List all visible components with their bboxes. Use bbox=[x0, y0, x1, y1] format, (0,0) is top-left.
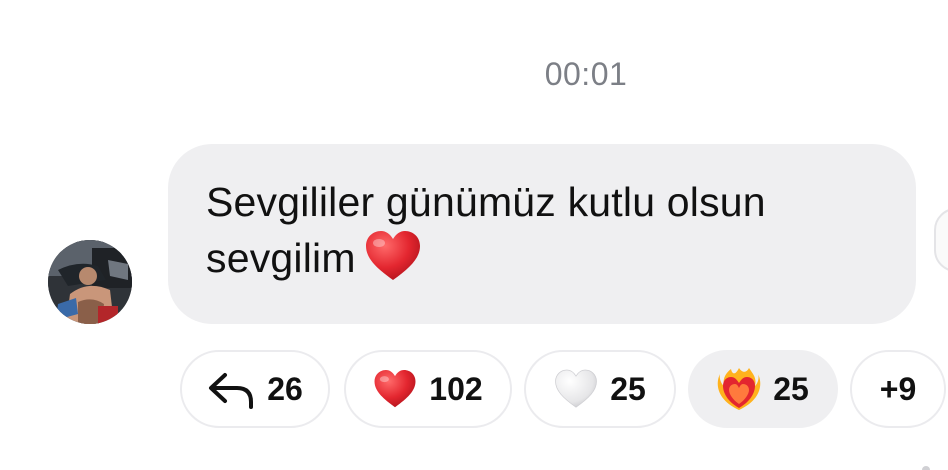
more-reactions-count: +9 bbox=[879, 370, 917, 407]
white-heart-reaction-pill[interactable]: 25 bbox=[524, 350, 676, 428]
message-text-content: Sevgililer günümüz kutlu olsun sevgilim bbox=[206, 179, 766, 281]
white-heart-icon bbox=[554, 369, 598, 409]
message-text: Sevgililer günümüz kutlu olsun sevgilim bbox=[206, 174, 880, 296]
avatar[interactable] bbox=[48, 240, 132, 324]
heart-on-fire-reaction-pill[interactable]: 25 bbox=[688, 350, 838, 428]
avatar-photo bbox=[48, 240, 132, 324]
red-heart-reaction-pill[interactable]: 102 bbox=[344, 350, 512, 428]
more-reactions-pill[interactable]: +9 bbox=[850, 350, 946, 428]
chat-screen: 00:01 Sevgililer günümüz kutlu olsun sev… bbox=[0, 0, 948, 470]
heart-on-fire-icon bbox=[717, 366, 761, 412]
next-message-edge bbox=[934, 208, 948, 272]
heart-on-fire-count: 25 bbox=[773, 370, 809, 407]
white-heart-count: 25 bbox=[610, 370, 646, 407]
reply-arrow-icon bbox=[207, 369, 255, 409]
red-heart-icon bbox=[364, 230, 422, 296]
message-timestamp: 00:01 bbox=[544, 56, 628, 92]
red-heart-count: 102 bbox=[429, 370, 483, 407]
scroll-indicator bbox=[922, 466, 930, 470]
reply-reaction-pill[interactable]: 26 bbox=[180, 350, 330, 428]
red-heart-icon bbox=[373, 369, 417, 409]
reply-count: 26 bbox=[267, 370, 303, 407]
message-bubble[interactable]: Sevgililer günümüz kutlu olsun sevgilim bbox=[168, 144, 916, 324]
